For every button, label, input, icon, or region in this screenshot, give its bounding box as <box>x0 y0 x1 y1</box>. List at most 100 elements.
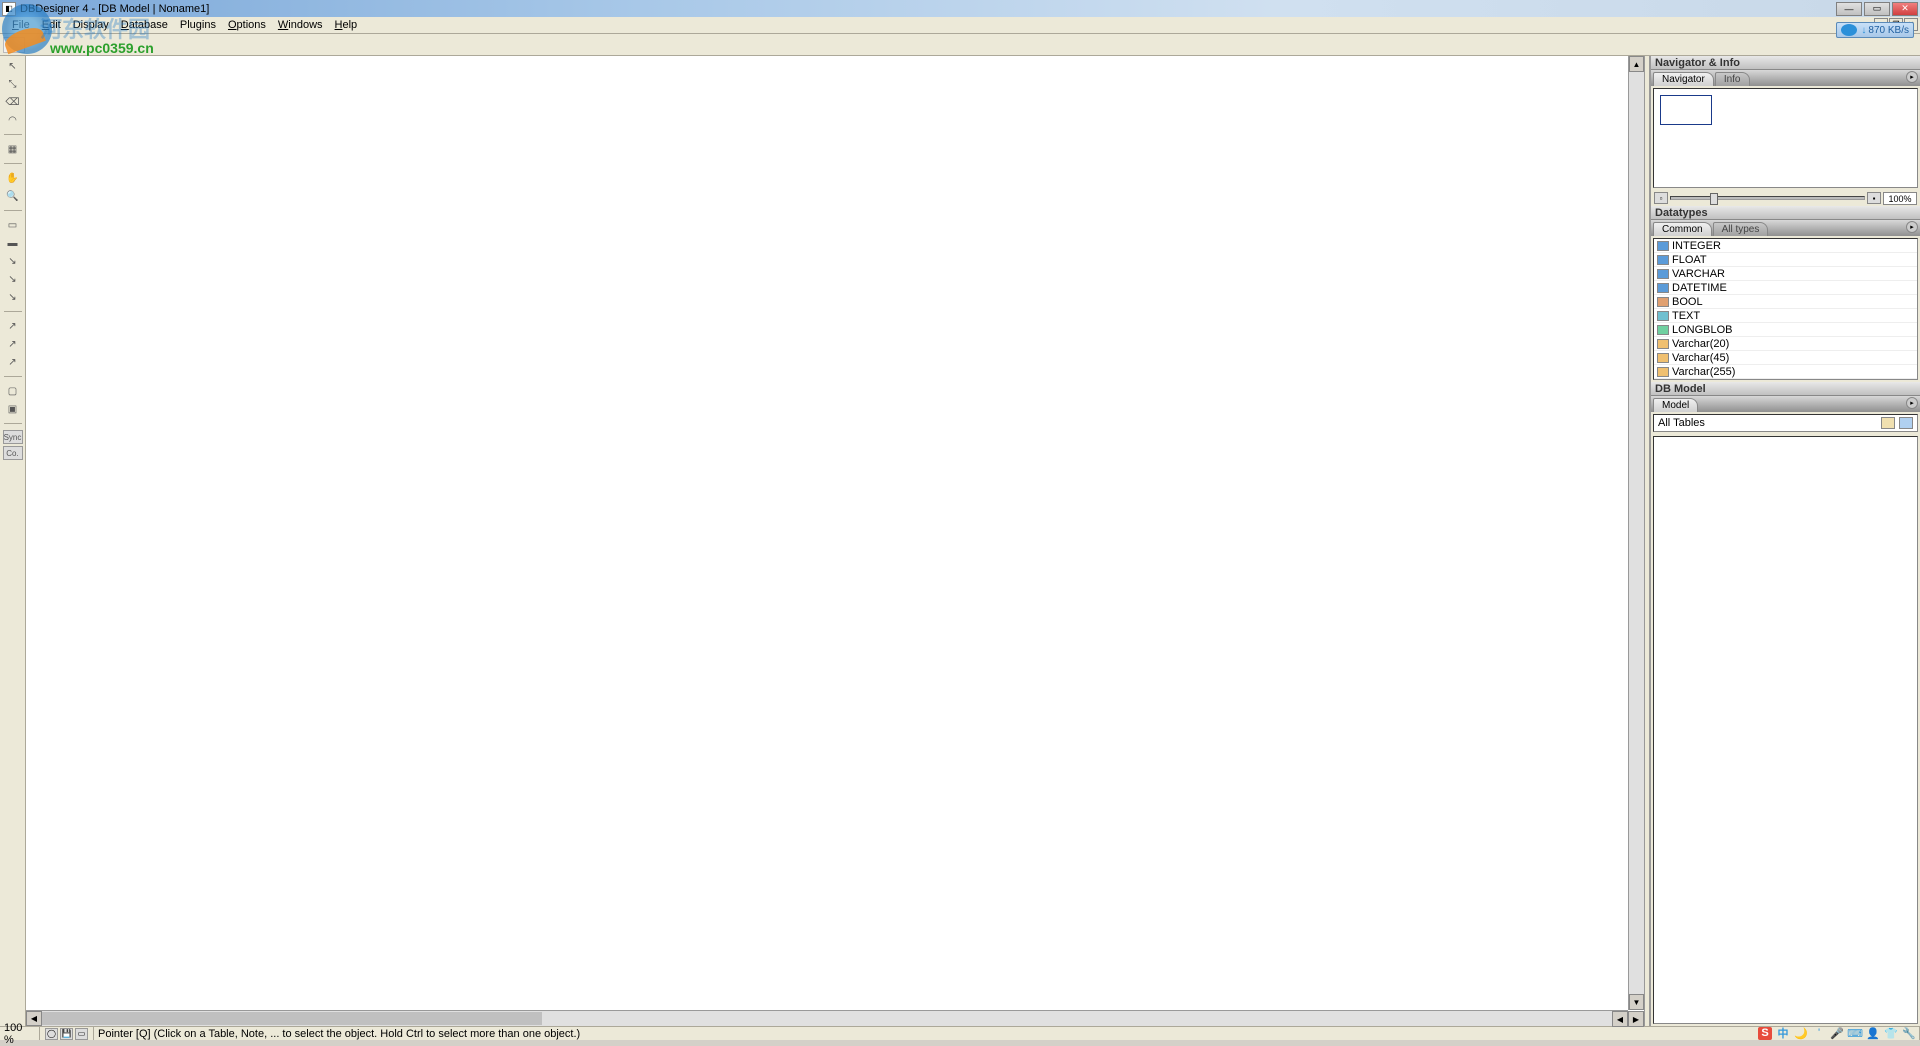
datatype-item[interactable]: LONGBLOB <box>1654 323 1917 337</box>
menu-file[interactable]: File <box>6 19 36 31</box>
dbmodel-title: DB Model <box>1651 382 1920 396</box>
tray-icons: S 中 🌙 ' 🎤 ⌨ 👤 👕 🔧 <box>1758 1026 1916 1040</box>
menu-edit[interactable]: Edit <box>36 19 67 31</box>
dbmodel-header-row: All Tables <box>1653 414 1918 432</box>
pointer-tool[interactable]: ↖ <box>3 58 23 74</box>
tray-cn-icon[interactable]: 中 <box>1776 1027 1790 1040</box>
datatype-icon <box>1657 297 1669 307</box>
zoom-thumb[interactable] <box>1710 193 1718 205</box>
navigator-frame[interactable] <box>1660 95 1712 125</box>
status-zoom[interactable]: 100 % <box>0 1027 40 1040</box>
co-tool[interactable]: Co. <box>3 446 23 460</box>
menu-help[interactable]: Help <box>329 19 364 31</box>
zoom-in-button[interactable]: ▪ <box>1867 192 1881 204</box>
tray-shirt-icon[interactable]: 👕 <box>1884 1027 1898 1040</box>
download-badge[interactable]: ↓ 870 KB/s <box>1836 22 1914 38</box>
tray-keyboard-icon[interactable]: ⌨ <box>1848 1027 1862 1040</box>
navigator-viewport[interactable] <box>1653 88 1918 188</box>
menu-windows[interactable]: Windows <box>272 19 329 31</box>
window-controls: — ▭ ✕ <box>1836 2 1920 16</box>
relation-11-tool[interactable]: ↗ <box>3 318 23 334</box>
dbmodel-tree[interactable] <box>1653 436 1918 1024</box>
page-prev-icon[interactable]: ◀ <box>1612 1011 1628 1027</box>
vertical-scrollbar[interactable]: ▲ ▼ <box>1628 56 1644 1010</box>
tab-common[interactable]: Common <box>1653 222 1712 236</box>
cloud-icon <box>1841 24 1857 36</box>
delete-tool[interactable]: ⌫ <box>3 94 23 110</box>
scroll-down-icon[interactable]: ▼ <box>1629 994 1644 1010</box>
page-next-icon[interactable]: ▶ <box>1628 1011 1644 1027</box>
zoom-out-button[interactable]: ▫ <box>1654 192 1668 204</box>
minimize-button[interactable]: — <box>1836 2 1862 16</box>
panel-expand-icon[interactable]: ▸ <box>1906 221 1918 233</box>
menu-options[interactable]: Options <box>222 19 272 31</box>
image-tool[interactable]: ▣ <box>3 401 23 417</box>
tray-person-icon[interactable]: 👤 <box>1866 1027 1880 1040</box>
note-tool[interactable]: ▢ <box>3 383 23 399</box>
secondary-toolbar <box>0 34 1920 56</box>
region-tool[interactable]: ◠ <box>3 112 23 128</box>
tab-navigator[interactable]: Navigator <box>1653 72 1714 86</box>
datatypes-list: INTEGER FLOAT VARCHAR DATETIME BOOL TEXT… <box>1653 238 1918 380</box>
tray-sogou-icon[interactable]: S <box>1758 1027 1772 1040</box>
zoom-tool[interactable]: 🔍 <box>3 188 23 204</box>
tray-wrench-icon[interactable]: 🔧 <box>1902 1027 1916 1040</box>
menu-database[interactable]: Database <box>115 19 174 31</box>
scroll-up-icon[interactable]: ▲ <box>1629 56 1644 72</box>
relation-112-tool[interactable]: ↗ <box>3 336 23 352</box>
dbmodel-tabs: Model ▸ <box>1651 396 1920 412</box>
tray-moon-icon[interactable]: 🌙 <box>1794 1027 1808 1040</box>
datatype-item[interactable]: TEXT <box>1654 309 1917 323</box>
status-hint: Pointer [Q] (Click on a Table, Note, ...… <box>94 1027 1920 1040</box>
panel-expand-icon[interactable]: ▸ <box>1906 71 1918 83</box>
status-btn-2[interactable]: 💾 <box>60 1028 73 1040</box>
datatype-item[interactable]: Varchar(45) <box>1654 351 1917 365</box>
relation-1n-tool[interactable]: ↘ <box>3 253 23 269</box>
titlebar: ◧ DBDesigner 4 - [DB Model | Noname1] — … <box>0 0 1920 17</box>
zoom-value[interactable]: 100% <box>1883 192 1917 205</box>
relation-nm-tool[interactable]: ↘ <box>3 289 23 305</box>
datatype-item[interactable]: BOOL <box>1654 295 1917 309</box>
datatypes-tabs: Common All types ▸ <box>1651 220 1920 236</box>
horizontal-scrollbar[interactable]: ◀ ▶ ◀ ▶ <box>26 1010 1628 1026</box>
datatype-icon <box>1657 311 1669 321</box>
datatype-item[interactable]: FLOAT <box>1654 253 1917 267</box>
status-btn-1[interactable]: ◯ <box>45 1028 58 1040</box>
table2-tool[interactable]: ▬ <box>3 235 23 251</box>
datatype-item[interactable]: Varchar(20) <box>1654 337 1917 351</box>
relation-1n2-tool[interactable]: ↘ <box>3 271 23 287</box>
close-button[interactable]: ✕ <box>1892 2 1918 16</box>
sync-tool[interactable]: Sync <box>3 430 23 444</box>
relation-gen-tool[interactable]: ↗ <box>3 354 23 370</box>
hscroll-thumb[interactable] <box>42 1012 542 1025</box>
toolbar-button[interactable] <box>3 37 25 53</box>
datatype-item[interactable]: Varchar(255) <box>1654 365 1917 379</box>
datatype-icon <box>1657 353 1669 363</box>
maximize-button[interactable]: ▭ <box>1864 2 1890 16</box>
canvas[interactable] <box>26 56 1644 1026</box>
status-btn-3[interactable]: ▭ <box>75 1028 88 1040</box>
datatype-item[interactable]: INTEGER <box>1654 239 1917 253</box>
datatype-icon <box>1657 255 1669 265</box>
datatype-icon <box>1657 241 1669 251</box>
tray-mic-icon[interactable]: 🎤 <box>1830 1027 1844 1040</box>
add-table-icon[interactable] <box>1881 417 1895 429</box>
zoom-slider[interactable] <box>1670 196 1865 200</box>
hand-tool[interactable]: ✋ <box>3 170 23 186</box>
tray-comma-icon[interactable]: ' <box>1812 1027 1826 1040</box>
menu-display[interactable]: Display <box>67 19 115 31</box>
grid-tool[interactable]: ▦ <box>3 141 23 157</box>
tab-alltypes[interactable]: All types <box>1713 222 1769 236</box>
datatype-item[interactable]: VARCHAR <box>1654 267 1917 281</box>
move-tool[interactable]: ⤡ <box>3 76 23 92</box>
table-tool[interactable]: ▭ <box>3 217 23 233</box>
tab-model[interactable]: Model <box>1653 398 1698 412</box>
navigator-title: Navigator & Info <box>1651 56 1920 70</box>
refresh-icon[interactable] <box>1899 417 1913 429</box>
menu-plugins[interactable]: Plugins <box>174 19 222 31</box>
scroll-left-icon[interactable]: ◀ <box>26 1011 42 1026</box>
panel-expand-icon[interactable]: ▸ <box>1906 397 1918 409</box>
datatype-item[interactable]: DATETIME <box>1654 281 1917 295</box>
navigator-zoom-bar: ▫ ▪ 100% <box>1651 190 1920 206</box>
tab-info[interactable]: Info <box>1715 72 1750 86</box>
